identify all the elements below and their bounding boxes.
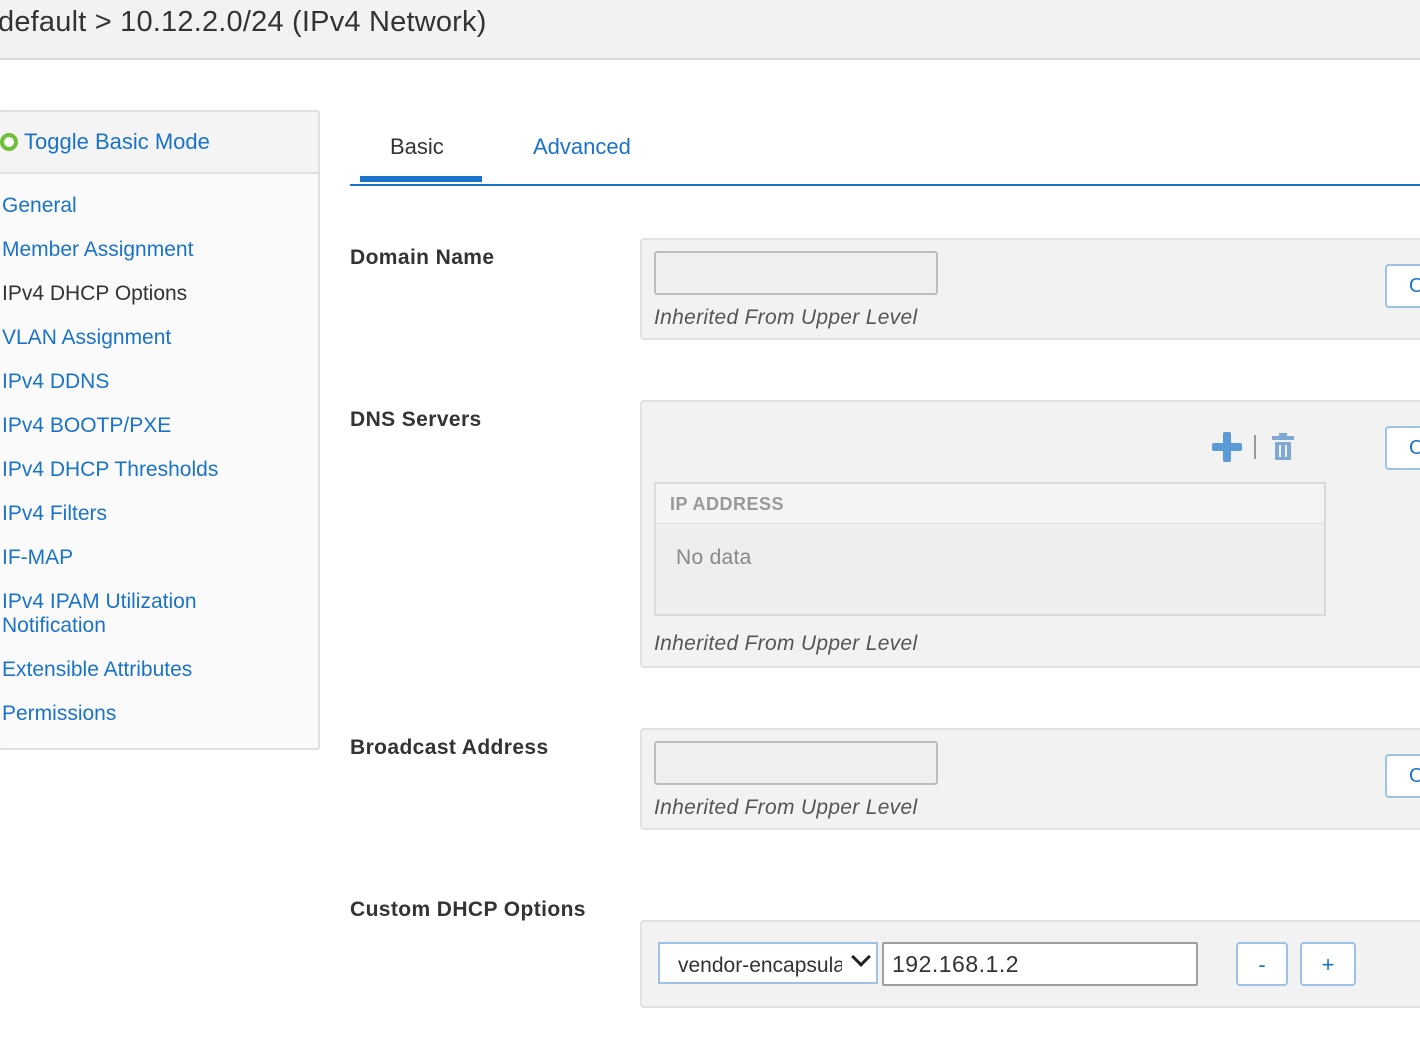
- dns-servers-table: IP ADDRESS No data: [654, 482, 1326, 616]
- add-icon[interactable]: [1212, 432, 1242, 462]
- sidebar-item-ipv4-ddns[interactable]: IPv4 DDNS: [0, 360, 318, 404]
- sidebar-item-ipv4-ipam-utilization-notification[interactable]: IPv4 IPAM Utilization Notification: [0, 580, 230, 648]
- breadcrumb: default > 10.12.2.0/24 (IPv4 Network): [0, 6, 487, 38]
- toggle-icon: [0, 133, 18, 151]
- domain-name-input[interactable]: [654, 251, 938, 295]
- tab-advanced[interactable]: Advanced: [533, 134, 631, 160]
- sidebar: Toggle Basic Mode General Member Assignm…: [0, 110, 320, 750]
- add-option-button[interactable]: +: [1300, 942, 1356, 986]
- dns-servers-panel: IP ADDRESS No data Inherited From Upper …: [640, 400, 1420, 668]
- dns-servers-inherited-text: Inherited From Upper Level: [654, 632, 918, 655]
- ip-address-column-header[interactable]: IP ADDRESS: [656, 484, 1324, 524]
- sidebar-item-ipv4-dhcp-thresholds[interactable]: IPv4 DHCP Thresholds: [0, 448, 318, 492]
- toggle-basic-mode-label: Toggle Basic Mode: [24, 129, 210, 154]
- domain-name-inherited-text: Inherited From Upper Level: [654, 306, 918, 329]
- domain-name-panel: Inherited From Upper Level O: [640, 238, 1420, 340]
- broadcast-address-input[interactable]: [654, 741, 938, 785]
- sidebar-item-member-assignment[interactable]: Member Assignment: [0, 228, 318, 272]
- broadcast-address-label: Broadcast Address: [350, 736, 549, 759]
- sidebar-item-general[interactable]: General: [0, 184, 318, 228]
- remove-option-button[interactable]: -: [1236, 942, 1288, 986]
- toolbar-divider: [1254, 435, 1256, 459]
- custom-dhcp-options-label: Custom DHCP Options: [350, 898, 586, 921]
- sidebar-item-ipv4-dhcp-options[interactable]: IPv4 DHCP Options: [0, 272, 318, 316]
- empty-table-message: No data: [676, 546, 752, 569]
- tab-bar: Basic Advanced: [350, 120, 1420, 186]
- dns-table-toolbar: [1212, 432, 1294, 462]
- sidebar-item-permissions[interactable]: Permissions: [0, 692, 318, 736]
- sidebar-item-vlan-assignment[interactable]: VLAN Assignment: [0, 316, 318, 360]
- dns-servers-label: DNS Servers: [350, 408, 482, 431]
- sidebar-item-extensible-attributes[interactable]: Extensible Attributes: [0, 648, 318, 692]
- broadcast-address-override-button[interactable]: O: [1385, 754, 1420, 798]
- broadcast-address-inherited-text: Inherited From Upper Level: [654, 796, 918, 819]
- sidebar-item-ipv4-filters[interactable]: IPv4 Filters: [0, 492, 318, 536]
- dhcp-option-select[interactable]: vendor-encapsulated-options: [658, 942, 878, 984]
- sidebar-item-if-map[interactable]: IF-MAP: [0, 536, 318, 580]
- sidebar-nav: General Member Assignment IPv4 DHCP Opti…: [0, 174, 318, 736]
- domain-name-label: Domain Name: [350, 246, 495, 269]
- active-tab-indicator: [360, 176, 482, 182]
- custom-dhcp-options-panel: vendor-encapsulated-options 192.168.1.2 …: [640, 920, 1420, 1008]
- domain-name-override-button[interactable]: O: [1385, 264, 1420, 308]
- dns-servers-override-button[interactable]: O: [1385, 426, 1420, 470]
- title-bar: default > 10.12.2.0/24 (IPv4 Network): [0, 0, 1420, 60]
- dhcp-option-value-input[interactable]: 192.168.1.2: [882, 942, 1198, 986]
- trash-icon[interactable]: [1272, 433, 1294, 460]
- sidebar-item-ipv4-bootp-pxe[interactable]: IPv4 BOOTP/PXE: [0, 404, 318, 448]
- tab-basic[interactable]: Basic: [390, 134, 444, 160]
- broadcast-address-panel: Inherited From Upper Level O: [640, 728, 1420, 830]
- toggle-basic-mode[interactable]: Toggle Basic Mode: [0, 112, 318, 174]
